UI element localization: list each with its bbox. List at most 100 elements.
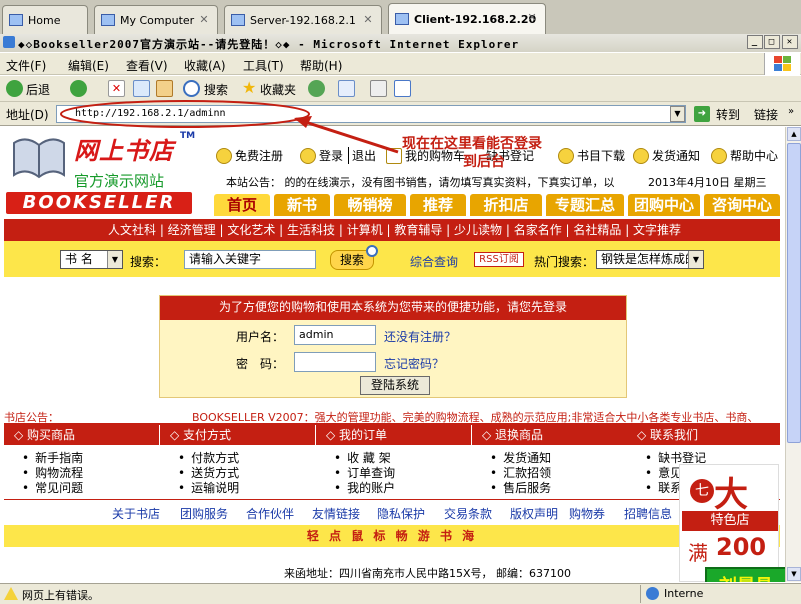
- tab-label: Client-192.168.2.20: [414, 12, 537, 26]
- nav-bestsellers[interactable]: 畅销榜: [334, 194, 406, 216]
- logout-label: 退出: [348, 147, 376, 164]
- menu-favorites[interactable]: 收藏(A): [184, 57, 226, 74]
- username-field[interactable]: admin: [294, 325, 376, 345]
- list-item[interactable]: 新手指南: [22, 451, 159, 466]
- minimize-button[interactable]: _: [747, 35, 763, 49]
- footer-link-terms[interactable]: 交易条款: [444, 505, 492, 522]
- scroll-thumb[interactable]: [787, 143, 801, 443]
- password-field[interactable]: [294, 352, 376, 372]
- url-input[interactable]: http://192.168.2.1/adminn: [56, 105, 686, 123]
- ad-badge: 七: [690, 479, 714, 503]
- search-input[interactable]: 请输入关键字: [184, 250, 316, 269]
- category-bar[interactable]: 人文社科 | 经济管理 | 文化艺术 | 生活科技 | 计算机 | 教育辅导 |…: [4, 219, 780, 241]
- list-item[interactable]: 常见问题: [22, 481, 159, 496]
- links-button[interactable]: 链接: [754, 106, 778, 123]
- home-icon[interactable]: [156, 80, 173, 97]
- status-text: 网页上有错误。: [22, 589, 99, 602]
- close-window-button[interactable]: ✕: [782, 35, 798, 49]
- browser-tab-strip: Home My Computer ✕ Server-192.168.2.1 ✕ Cl…: [0, 0, 801, 34]
- hot-search-select[interactable]: 钢铁是怎样炼成的 ▼: [596, 250, 704, 269]
- stop-icon[interactable]: ✕: [108, 80, 125, 97]
- search-button[interactable]: 搜索: [204, 81, 228, 98]
- bulb-icon: [558, 147, 574, 164]
- print-icon[interactable]: [370, 80, 387, 97]
- tab-home[interactable]: Home: [2, 5, 88, 34]
- back-button[interactable]: 后退: [26, 81, 50, 98]
- go-button[interactable]: 转到: [716, 106, 740, 123]
- menu-edit[interactable]: 编辑(E): [68, 57, 109, 74]
- menu-help[interactable]: 帮助(H): [300, 57, 342, 74]
- chevron-right-icon[interactable]: »: [788, 106, 794, 117]
- footer-link-jobs[interactable]: 招聘信息: [624, 505, 672, 522]
- vertical-scrollbar[interactable]: ▲ ▼: [785, 127, 801, 582]
- footer-link-group[interactable]: 团购服务: [180, 505, 228, 522]
- nav-home[interactable]: 首页: [214, 194, 270, 216]
- tab-server[interactable]: Server-192.168.2.1 ✕: [224, 5, 382, 34]
- forward-arrow-icon[interactable]: [70, 80, 87, 97]
- footer-link-coupon[interactable]: 购物券: [569, 505, 605, 522]
- register-link[interactable]: 还没有注册？: [384, 328, 456, 345]
- ad-banner[interactable]: 七 大 特色店 满 200: [679, 464, 779, 582]
- mail-icon[interactable]: [338, 80, 355, 97]
- list-item[interactable]: 收 藏 架: [334, 451, 471, 466]
- windows-logo-icon: [764, 53, 800, 75]
- column-returns: ◇ 退换商品发货通知汇款招领售后服务: [472, 425, 627, 496]
- maximize-button[interactable]: □: [764, 35, 780, 49]
- footer-link-about[interactable]: 关于书店: [112, 505, 160, 522]
- scroll-up-icon[interactable]: ▲: [787, 127, 801, 141]
- back-arrow-icon[interactable]: [6, 80, 23, 97]
- rss-button[interactable]: RSS订阅: [474, 252, 524, 267]
- footer-link-copyright[interactable]: 版权声明: [510, 505, 558, 522]
- footer-link-privacy[interactable]: 隐私保护: [377, 505, 425, 522]
- list-item[interactable]: 订单查询: [334, 466, 471, 481]
- menu-view[interactable]: 查看(V): [126, 57, 168, 74]
- footer-link-partners[interactable]: 合作伙伴: [246, 505, 294, 522]
- list-item[interactable]: 购物流程: [22, 466, 159, 481]
- forgot-password-link[interactable]: 忘记密码？: [384, 355, 444, 372]
- search-type-select[interactable]: 书 名 ▼: [60, 250, 123, 269]
- nav-recommend[interactable]: 推荐: [410, 194, 466, 216]
- login-box: 为了方便您的购物和使用本系统为您带来的便捷功能，请您先登录 用户名： admin…: [159, 295, 627, 398]
- close-icon[interactable]: ✕: [361, 13, 375, 27]
- register-link[interactable]: 免费注册: [216, 147, 283, 164]
- list-item[interactable]: 送货方式: [178, 466, 315, 481]
- catalog-download-link[interactable]: 书目下载: [558, 147, 625, 164]
- nav-new-books[interactable]: 新书: [274, 194, 330, 216]
- list-item[interactable]: 我的账户: [334, 481, 471, 496]
- list-item[interactable]: 售后服务: [490, 481, 627, 496]
- logo-subtitle: 官方演示网站: [74, 172, 165, 190]
- combined-search-link[interactable]: 综合查询: [410, 253, 458, 270]
- url-dropdown-icon[interactable]: ▼: [670, 106, 685, 122]
- tab-my-computer[interactable]: My Computer ✕: [94, 5, 218, 34]
- list-item[interactable]: 汇款招领: [490, 466, 627, 481]
- tab-client[interactable]: Client-192.168.2.20 ✕: [388, 3, 546, 34]
- search-icon[interactable]: [183, 80, 200, 97]
- footer-link-friends[interactable]: 友情链接: [312, 505, 360, 522]
- close-icon[interactable]: ✕: [197, 13, 211, 27]
- edit-icon[interactable]: [394, 80, 411, 97]
- menu-file[interactable]: 文件(F): [6, 57, 46, 74]
- nav-consult[interactable]: 咨询中心: [704, 194, 780, 216]
- shipping-notice-link[interactable]: 发货通知: [633, 147, 700, 164]
- go-arrow-icon[interactable]: ➜: [694, 106, 710, 122]
- media-icon[interactable]: [308, 80, 325, 97]
- list-item[interactable]: 发货通知: [490, 451, 627, 466]
- nav-group-buy[interactable]: 团购中心: [628, 194, 700, 216]
- list-item[interactable]: 运输说明: [178, 481, 315, 496]
- list-item[interactable]: 付款方式: [178, 451, 315, 466]
- help-center-link[interactable]: 帮助中心: [711, 147, 778, 164]
- favorites-button[interactable]: 收藏夹: [260, 81, 296, 98]
- warning-icon[interactable]: [4, 587, 18, 600]
- menu-tools[interactable]: 工具(T): [243, 57, 284, 74]
- nav-discount[interactable]: 折扣店: [470, 194, 542, 216]
- refresh-icon[interactable]: [133, 80, 150, 97]
- star-icon[interactable]: ★: [242, 80, 259, 97]
- column-buy: ◇ 购买商品新手指南购物流程常见问题: [4, 425, 159, 496]
- scroll-down-icon[interactable]: ▼: [787, 567, 801, 581]
- close-icon[interactable]: ✕: [525, 11, 539, 25]
- help-icon: [711, 147, 727, 164]
- nav-topics[interactable]: 专题汇总: [546, 194, 624, 216]
- login-submit-button[interactable]: 登陆系统: [360, 376, 430, 395]
- login-link[interactable]: 登录: [300, 147, 343, 164]
- logout-link[interactable]: 退出: [348, 147, 376, 164]
